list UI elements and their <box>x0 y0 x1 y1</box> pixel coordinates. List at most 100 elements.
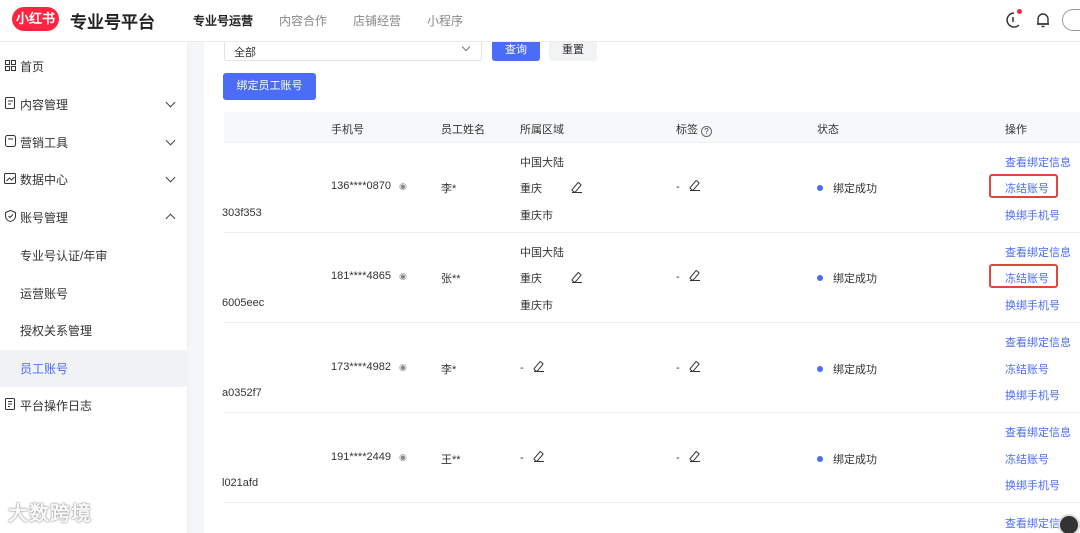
freeze-account-link[interactable]: 冻结账号 <box>1005 361 1049 377</box>
sidebar-sub-employee-account[interactable]: 员工账号 <box>0 350 188 387</box>
watermark: 大数跨境 <box>8 503 92 525</box>
sidebar-item-operation-log[interactable]: 平台操作日志 <box>0 387 188 424</box>
region-province-cell: 重庆 <box>520 270 582 286</box>
col-phone: 手机号 <box>331 124 364 136</box>
table-row: 查看绑定信 <box>224 503 1080 533</box>
bind-employee-button[interactable]: 绑定员工账号 <box>223 73 316 100</box>
rebind-phone-link[interactable]: 换绑手机号 <box>1005 477 1060 493</box>
phone-cell: 173****4982 ◉ <box>331 361 407 373</box>
employee-id: a0352f7 <box>222 387 262 399</box>
top-nav: 专业号运营 内容合作 店铺经营 小程序 <box>193 12 489 29</box>
eye-icon[interactable]: ◉ <box>399 271 407 282</box>
col-tag: 标签? <box>676 121 712 137</box>
top-bar: 小红书 专业号平台 专业号运营 内容合作 店铺经营 小程序 <box>0 0 1080 42</box>
name-cell: 王** <box>441 454 461 466</box>
freeze-account-link[interactable]: 冻结账号 <box>1005 180 1049 196</box>
table-header: 手机号 员工姓名 所属区域 标签? 状态 操作 <box>224 112 1080 143</box>
region-country: 中国大陆 <box>520 247 564 259</box>
edit-icon[interactable] <box>533 361 544 372</box>
user-avatar[interactable] <box>1062 9 1080 31</box>
eye-icon[interactable]: ◉ <box>399 362 407 373</box>
chevron-down-icon <box>165 172 176 183</box>
status-dot <box>817 185 823 191</box>
employee-id: l021afd <box>222 477 259 489</box>
chevron-up-icon <box>165 213 176 224</box>
query-button[interactable]: 查询 <box>492 42 540 61</box>
phone-value: 173****4982 <box>331 361 391 373</box>
edit-icon[interactable] <box>689 451 700 462</box>
rebind-phone-link[interactable]: 换绑手机号 <box>1005 297 1060 313</box>
tag-value: - <box>676 271 680 283</box>
status-filter-select[interactable]: 全部 <box>224 42 482 61</box>
sidebar-item-marketing[interactable]: 营销工具 <box>0 124 188 161</box>
nav-content-cooperation[interactable]: 内容合作 <box>279 12 327 29</box>
freeze-account-link[interactable]: 冻结账号 <box>1005 451 1049 467</box>
col-actions: 操作 <box>1005 124 1027 136</box>
phone-value: 181****4865 <box>331 270 391 282</box>
status-text: 绑定成功 <box>833 454 877 466</box>
sidebar-sub-operation-account[interactable]: 运营账号 <box>0 275 188 312</box>
sidebar-item-account[interactable]: 账号管理 <box>0 199 188 236</box>
sidebar-item-label: 首页 <box>20 60 45 74</box>
rebind-phone-link[interactable]: 换绑手机号 <box>1005 387 1060 403</box>
nav-mini-program[interactable]: 小程序 <box>427 12 463 29</box>
chart-icon <box>2 172 18 187</box>
status-cell: 绑定成功 <box>817 451 877 467</box>
tag-value: - <box>676 362 680 374</box>
reset-button[interactable]: 重置 <box>549 42 597 61</box>
name-cell: 张** <box>441 273 461 285</box>
edit-icon[interactable] <box>572 182 582 193</box>
region-province: 重庆 <box>520 183 542 195</box>
edit-icon[interactable] <box>689 180 700 191</box>
nav-store-business[interactable]: 店铺经营 <box>353 12 401 29</box>
chevron-down-icon <box>461 42 471 52</box>
status-text: 绑定成功 <box>833 273 877 285</box>
status-dot <box>817 456 823 462</box>
region-country: 中国大陆 <box>520 157 564 169</box>
phone-value: 191****2449 <box>331 451 391 463</box>
region-province-cell: 重庆 <box>520 180 582 196</box>
sidebar-item-label: 数据中心 <box>20 173 69 187</box>
rebind-phone-link[interactable]: 换绑手机号 <box>1005 207 1060 223</box>
tag-value: - <box>676 452 680 464</box>
phone-value: 136****0870 <box>331 180 391 192</box>
eye-icon[interactable]: ◉ <box>399 181 407 192</box>
edit-icon[interactable] <box>689 270 700 281</box>
region-value: - <box>520 362 524 374</box>
view-binding-link[interactable]: 查看绑定信息 <box>1005 334 1071 350</box>
sidebar-item-label: 账号管理 <box>20 211 69 225</box>
status-dot <box>817 366 823 372</box>
sidebar-item-content[interactable]: 内容管理 <box>0 86 188 123</box>
status-cell: 绑定成功 <box>817 270 877 286</box>
sidebar-sub-authorization[interactable]: 授权关系管理 <box>0 312 188 349</box>
sidebar-sub-certification[interactable]: 专业号认证/年审 <box>0 237 188 274</box>
view-binding-link[interactable]: 查看绑定信息 <box>1005 244 1071 260</box>
sidebar-item-label: 平台操作日志 <box>20 399 93 413</box>
bell-icon[interactable] <box>1032 9 1054 31</box>
nav-pro-operation[interactable]: 专业号运营 <box>193 12 253 29</box>
platform-title: 专业号平台 <box>70 13 155 32</box>
region-cell: - <box>520 361 544 374</box>
view-binding-link[interactable]: 查看绑定信 <box>1005 515 1060 531</box>
sidebar: 首页 内容管理 营销工具 数据中心 账号管理 专业号认证/年审 运营账号 授权关… <box>0 42 188 533</box>
status-dot <box>817 275 823 281</box>
tag-cell: - <box>676 361 700 374</box>
help-icon[interactable]: ? <box>701 126 712 137</box>
col-status: 状态 <box>817 124 839 136</box>
view-binding-link[interactable]: 查看绑定信息 <box>1005 424 1071 440</box>
sidebar-item-home[interactable]: 首页 <box>0 48 188 85</box>
notification-icon[interactable] <box>1002 9 1024 31</box>
freeze-account-link[interactable]: 冻结账号 <box>1005 270 1049 286</box>
status-text: 绑定成功 <box>833 364 877 376</box>
edit-icon[interactable] <box>689 361 700 372</box>
grid-icon <box>2 59 18 74</box>
floating-avatar[interactable] <box>1058 514 1080 533</box>
region-city: 重庆市 <box>520 210 553 222</box>
account-icon <box>2 209 18 225</box>
brand-logo[interactable]: 小红书 <box>12 7 59 31</box>
edit-icon[interactable] <box>533 451 544 462</box>
eye-icon[interactable]: ◉ <box>399 452 407 463</box>
edit-icon[interactable] <box>572 272 582 283</box>
sidebar-item-data[interactable]: 数据中心 <box>0 161 188 198</box>
view-binding-link[interactable]: 查看绑定信息 <box>1005 154 1071 170</box>
